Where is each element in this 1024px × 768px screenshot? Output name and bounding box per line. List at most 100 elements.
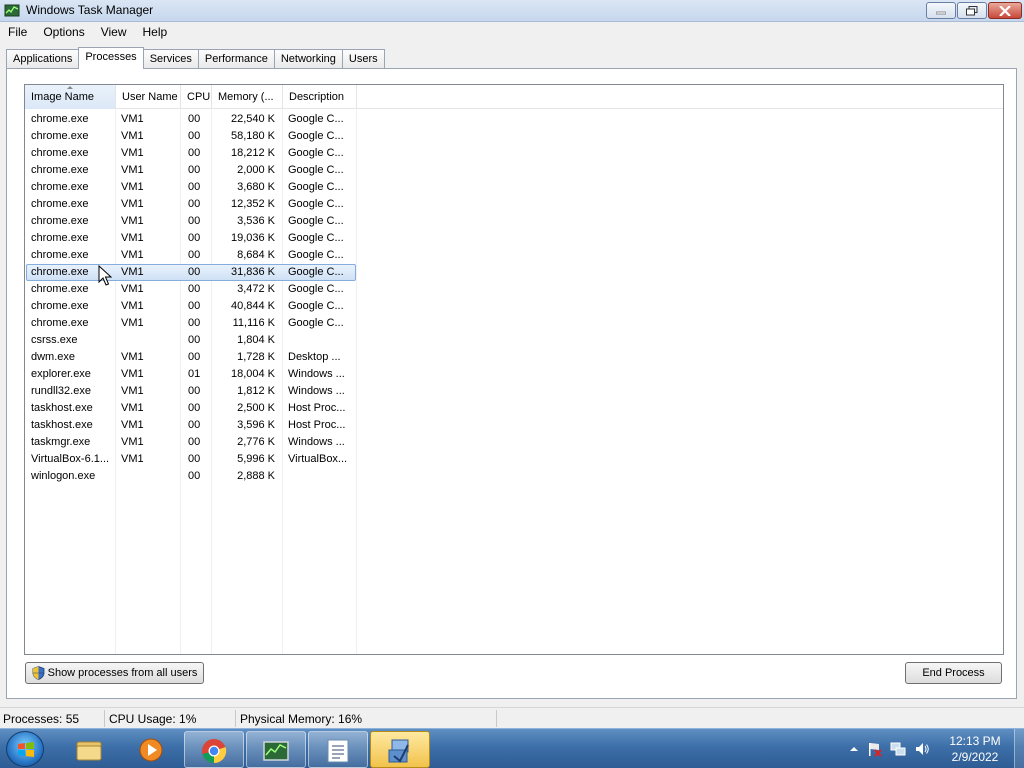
- table-row[interactable]: chrome.exe VM1 00 31,836 K Google C...: [25, 264, 1003, 281]
- tab-performance[interactable]: Performance: [197, 49, 275, 69]
- table-row[interactable]: chrome.exe VM1 00 3,472 K Google C...: [25, 281, 1003, 298]
- process-name-cell: dwm.exe: [31, 351, 76, 363]
- column-cpu[interactable]: CPU: [181, 85, 212, 109]
- menu-view[interactable]: View: [93, 22, 135, 42]
- table-row[interactable]: explorer.exe VM1 01 18,004 K Windows ...: [25, 366, 1003, 383]
- menu-options[interactable]: Options: [35, 22, 92, 42]
- restore-button[interactable]: [957, 2, 987, 19]
- table-row[interactable]: chrome.exe VM1 00 11,116 K Google C...: [25, 315, 1003, 332]
- taskbar-notepad[interactable]: [308, 731, 368, 768]
- memory-cell: 3,680 K: [237, 181, 275, 193]
- cpu-cell: 00: [188, 130, 201, 142]
- table-row[interactable]: chrome.exe VM1 00 22,540 K Google C...: [25, 111, 1003, 128]
- tab-services[interactable]: Services: [142, 49, 199, 69]
- taskbar-virtualbox[interactable]: [370, 731, 430, 768]
- title-bar: Windows Task Manager: [0, 0, 1024, 22]
- memory-cell: 31,836 K: [230, 266, 275, 278]
- table-row[interactable]: chrome.exe VM1 00 19,036 K Google C...: [25, 230, 1003, 247]
- taskbar-explorer[interactable]: [60, 731, 120, 768]
- column-memory[interactable]: Memory (...: [212, 85, 283, 109]
- show-desktop-button[interactable]: [1014, 729, 1024, 768]
- menu-file[interactable]: File: [0, 22, 35, 42]
- process-name-cell: chrome.exe: [31, 147, 89, 159]
- table-row[interactable]: taskmgr.exe VM1 00 2,776 K Windows ...: [25, 434, 1003, 451]
- status-divider: [104, 710, 105, 727]
- memory-cell: 12,352 K: [230, 198, 275, 210]
- description-cell: Google C...: [288, 215, 344, 227]
- description-cell: Google C...: [288, 198, 344, 210]
- user-name-cell: VM1: [121, 232, 144, 244]
- process-name-cell: winlogon.exe: [31, 470, 96, 482]
- table-row[interactable]: winlogon.exe 00 2,888 K: [25, 468, 1003, 485]
- task-manager-app-icon: [4, 4, 20, 17]
- volume-icon[interactable]: [914, 741, 930, 757]
- description-cell: Windows ...: [288, 436, 345, 448]
- cpu-cell: 00: [188, 249, 201, 261]
- start-button[interactable]: [6, 731, 44, 767]
- description-cell: Windows ...: [288, 385, 345, 397]
- tab-networking[interactable]: Networking: [273, 49, 343, 69]
- taskbar-task-manager[interactable]: [246, 731, 306, 768]
- user-name-cell: VM1: [121, 147, 144, 159]
- minimize-button[interactable]: [926, 2, 956, 19]
- memory-cell: 58,180 K: [230, 130, 275, 142]
- table-row[interactable]: taskhost.exe VM1 00 3,596 K Host Proc...: [25, 417, 1003, 434]
- memory-cell: 18,212 K: [230, 147, 275, 159]
- media-player-icon: [139, 738, 163, 762]
- process-name-cell: chrome.exe: [31, 113, 89, 125]
- table-row[interactable]: chrome.exe VM1 00 3,536 K Google C...: [25, 213, 1003, 230]
- table-row[interactable]: csrss.exe 00 1,804 K: [25, 332, 1003, 349]
- table-row[interactable]: chrome.exe VM1 00 8,684 K Google C...: [25, 247, 1003, 264]
- close-button[interactable]: [988, 2, 1022, 19]
- description-cell: Google C...: [288, 113, 344, 125]
- status-physical-memory: Physical Memory: 16%: [240, 712, 363, 726]
- process-name-cell: explorer.exe: [31, 368, 91, 380]
- status-bar: Processes: 55 CPU Usage: 1% Physical Mem…: [0, 707, 1024, 728]
- table-row[interactable]: chrome.exe VM1 00 18,212 K Google C...: [25, 145, 1003, 162]
- column-user-name[interactable]: User Name: [116, 85, 181, 109]
- memory-cell: 2,500 K: [237, 402, 275, 414]
- process-name-cell: taskhost.exe: [31, 419, 93, 431]
- action-center-flag-icon[interactable]: [866, 741, 882, 757]
- table-row[interactable]: dwm.exe VM1 00 1,728 K Desktop ...: [25, 349, 1003, 366]
- processes-panel: Image Name User Name CPU Memory (... Des…: [6, 68, 1017, 699]
- table-row[interactable]: VirtualBox-6.1... VM1 00 5,996 K VirtualBox.…: [25, 451, 1003, 468]
- show-hidden-icons-icon[interactable]: [846, 741, 862, 757]
- cpu-cell: 00: [188, 113, 201, 125]
- process-name-cell: chrome.exe: [31, 164, 89, 176]
- cpu-cell: 00: [188, 402, 201, 414]
- description-cell: Google C...: [288, 164, 344, 176]
- taskbar-chrome[interactable]: [184, 731, 244, 768]
- table-row[interactable]: chrome.exe VM1 00 12,352 K Google C...: [25, 196, 1003, 213]
- cpu-cell: 00: [188, 453, 201, 465]
- process-name-cell: taskmgr.exe: [31, 436, 91, 448]
- taskbar-media-player[interactable]: [122, 731, 182, 768]
- end-process-button[interactable]: End Process: [905, 662, 1002, 684]
- description-cell: Google C...: [288, 249, 344, 261]
- menu-help[interactable]: Help: [135, 22, 176, 42]
- tab-applications[interactable]: Applications: [6, 49, 80, 69]
- column-description[interactable]: Description: [283, 85, 357, 109]
- table-row[interactable]: chrome.exe VM1 00 3,680 K Google C...: [25, 179, 1003, 196]
- column-image-name[interactable]: Image Name: [25, 85, 116, 109]
- tab-users[interactable]: Users: [341, 49, 385, 69]
- user-name-cell: VM1: [121, 419, 144, 431]
- user-name-cell: VM1: [121, 130, 144, 142]
- table-row[interactable]: taskhost.exe VM1 00 2,500 K Host Proc...: [25, 400, 1003, 417]
- show-all-users-button[interactable]: Show processes from all users: [25, 662, 204, 684]
- table-row[interactable]: chrome.exe VM1 00 58,180 K Google C...: [25, 128, 1003, 145]
- process-name-cell: chrome.exe: [31, 198, 89, 210]
- process-list[interactable]: Image Name User Name CPU Memory (... Des…: [24, 84, 1004, 655]
- memory-cell: 40,844 K: [230, 300, 275, 312]
- process-name-cell: rundll32.exe: [31, 385, 91, 397]
- virtualbox-icon: [388, 739, 409, 763]
- table-row[interactable]: rundll32.exe VM1 00 1,812 K Windows ...: [25, 383, 1003, 400]
- windows-logo-icon: [18, 742, 34, 757]
- tab-processes[interactable]: Processes: [78, 47, 144, 69]
- network-icon[interactable]: [890, 741, 906, 757]
- close-icon: [999, 5, 1011, 16]
- process-name-cell: chrome.exe: [31, 181, 89, 193]
- taskbar-clock[interactable]: 12:13 PM 2/9/2022: [940, 733, 1010, 765]
- table-row[interactable]: chrome.exe VM1 00 40,844 K Google C...: [25, 298, 1003, 315]
- table-row[interactable]: chrome.exe VM1 00 2,000 K Google C...: [25, 162, 1003, 179]
